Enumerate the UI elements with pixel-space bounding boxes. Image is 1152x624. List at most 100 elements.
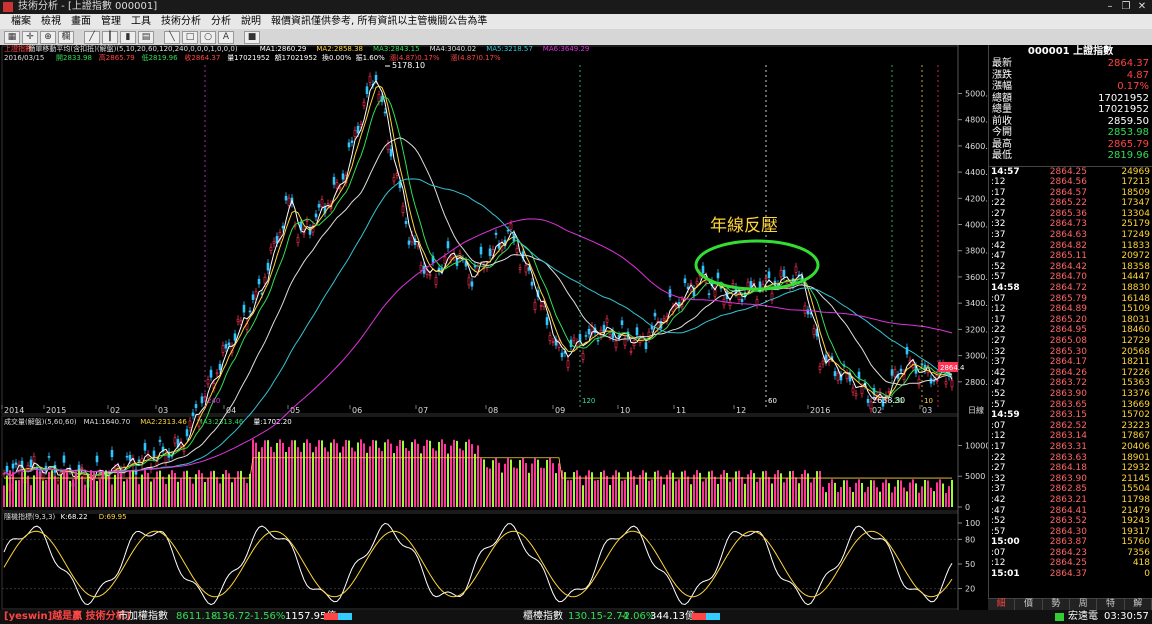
candle-icon[interactable]: ┃	[102, 30, 118, 44]
quote-row: 今開 2853.98	[989, 127, 1152, 139]
tick-row: :07 2862.52 23223	[989, 421, 1152, 432]
volume-bar	[357, 442, 359, 507]
price-legend-item: MA4:3040.02	[430, 45, 477, 53]
quote-tab[interactable]: 價	[1015, 599, 1043, 610]
line-chart-icon[interactable]: ╱	[84, 30, 100, 44]
candle-body	[215, 372, 219, 375]
volume-bar	[936, 482, 938, 507]
candle-body	[368, 76, 372, 83]
restore-icon[interactable]: ❐	[1118, 0, 1134, 13]
volume-bar	[213, 470, 215, 507]
crosshair-icon[interactable]: ✛	[22, 30, 38, 44]
volume-bar	[177, 481, 179, 507]
volume-bar	[39, 472, 41, 507]
volume-bar	[846, 480, 848, 507]
quote-tab[interactable]: 特	[1097, 599, 1125, 610]
tick-list[interactable]: 14:57 2864.25 24969:12 2864.56 17213:17 2864.…	[989, 167, 1152, 580]
candle-body	[125, 455, 129, 458]
minimize-icon[interactable]: –	[1102, 0, 1118, 13]
volume-bar	[69, 480, 71, 507]
candle-body	[200, 396, 204, 404]
volume-bar	[648, 480, 650, 507]
candle-body	[341, 173, 345, 180]
bar-icon[interactable]: ▮	[120, 30, 136, 44]
tick-price: 2863.65	[1049, 399, 1087, 410]
volume-bar	[834, 482, 836, 507]
volume-bar	[24, 470, 26, 507]
circle-icon[interactable]: ○	[200, 30, 216, 44]
menu-item-2[interactable]: 畫面	[66, 14, 96, 29]
menu-item-1[interactable]: 檢視	[36, 14, 66, 29]
quote-value: 2859.50	[1107, 115, 1149, 127]
volume-bar	[336, 443, 338, 507]
candle-body	[674, 304, 678, 307]
rect-icon[interactable]: □	[182, 30, 198, 44]
volume-bar	[390, 443, 392, 507]
tick-price: 2865.79	[1049, 293, 1087, 304]
app-icon	[3, 2, 13, 12]
tick-volume: 18211	[1121, 357, 1150, 368]
quote-tab[interactable]: 解	[1125, 599, 1152, 610]
menu-item-5[interactable]: 技術分析	[156, 14, 206, 29]
new-chart-icon[interactable]: ▦	[4, 30, 20, 44]
volume-bar	[414, 439, 416, 507]
grid-icon[interactable]: ▤	[138, 30, 154, 44]
quote-tab[interactable]: 勢	[1043, 599, 1070, 610]
tick-price: 2862.85	[1049, 484, 1087, 495]
chart-area[interactable]: 上證指數簡單移動平均(含扣抵)(解盤)(5,10,20,60,120,240,0…	[0, 45, 1152, 610]
text-icon[interactable]: A	[218, 30, 234, 44]
volume-bar	[918, 492, 920, 507]
volume-bar	[171, 470, 173, 507]
volume-bar	[321, 440, 323, 507]
menu-item-4[interactable]: 工具	[126, 14, 156, 29]
volume-bar	[627, 471, 629, 507]
tick-price: 2863.52	[1049, 516, 1087, 527]
candle-body	[173, 437, 177, 444]
tick-volume: 0	[1144, 569, 1150, 580]
volume-legend-item: MA2:2313.46	[140, 418, 187, 426]
menu-item-0[interactable]: 檔案	[6, 14, 36, 29]
candle-body	[893, 369, 897, 378]
quote-tab[interactable]: 周	[1070, 599, 1098, 610]
save-icon[interactable]: ■	[244, 30, 260, 44]
volume-bar	[63, 470, 65, 507]
candle-body	[158, 439, 162, 442]
tick-volume: 18358	[1121, 261, 1150, 272]
candle-body	[551, 341, 555, 343]
volume-bar	[315, 446, 317, 507]
candle-body	[506, 229, 510, 232]
volume-bar	[207, 478, 209, 507]
volume-bar	[927, 480, 929, 507]
volume-bar	[42, 480, 44, 507]
quote-value: 2853.98	[1107, 127, 1149, 138]
tick-price: 2864.17	[1049, 357, 1087, 368]
volume-bar	[951, 479, 953, 507]
volume-bar	[621, 480, 623, 507]
volume-bar	[75, 471, 77, 507]
menu-item-7[interactable]: 說明	[236, 14, 266, 29]
tick-price: 2863.63	[1049, 452, 1087, 463]
menu-item-6[interactable]: 分析	[206, 14, 236, 29]
tick-row: :47 2863.72 15363	[989, 378, 1152, 389]
menu-item-3[interactable]: 管理	[96, 14, 126, 29]
volume-bar	[639, 475, 641, 507]
close-icon[interactable]: ✕	[1134, 0, 1150, 13]
zoom-icon[interactable]: ⊕	[40, 30, 56, 44]
candle-body	[716, 272, 720, 279]
menu-item-8: 報價資訊僅供參考, 所有資訊以主管機關公告為準	[271, 16, 488, 27]
volume-bar	[408, 450, 410, 507]
tick-price: 2864.23	[1049, 547, 1087, 558]
mode-button[interactable]: 欄	[58, 30, 74, 44]
tick-row: :17 2863.31 20406	[989, 442, 1152, 453]
volume-bar	[567, 480, 569, 507]
volume-bar	[693, 474, 695, 507]
x-tick-label: 07	[418, 406, 428, 415]
draw-line-icon[interactable]: ╲	[164, 30, 180, 44]
volume-bar	[15, 480, 17, 507]
volume-bar	[507, 458, 509, 507]
volume-bar	[852, 491, 854, 507]
volume-bar	[534, 458, 536, 507]
quote-tab[interactable]: 細	[988, 599, 1016, 610]
tick-row: 14:58 2864.72 18830	[989, 283, 1152, 294]
volume-bar	[540, 467, 542, 507]
